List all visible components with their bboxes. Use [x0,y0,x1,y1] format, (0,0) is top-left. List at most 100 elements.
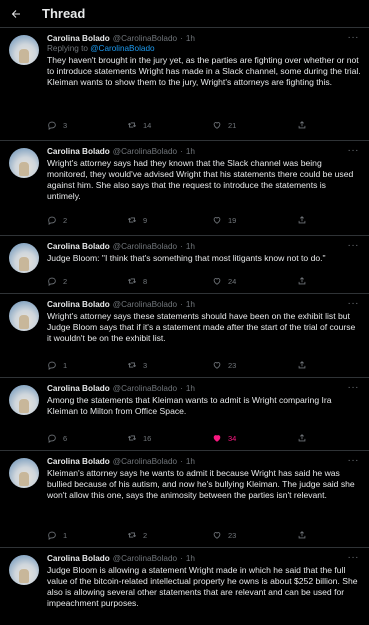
more-icon[interactable]: ··· [348,382,360,393]
timestamp[interactable]: 1h [186,34,195,44]
like-count: 34 [228,433,237,443]
share-button[interactable] [297,360,307,370]
like-button[interactable]: 23 [212,360,236,370]
tweet[interactable]: Carolina Bolado @CarolinaBolado · 1h ···… [0,28,369,141]
author-name[interactable]: Carolina Bolado [47,147,110,157]
reply-count: 2 [63,276,68,286]
more-icon[interactable]: ··· [348,455,360,466]
retweet-icon [127,532,137,538]
retweet-button[interactable]: 3 [127,360,147,370]
author-name[interactable]: Carolina Bolado [47,457,110,467]
like-button[interactable]: 24 [212,276,236,286]
like-button[interactable]: 21 [212,120,236,130]
author-handle[interactable]: @CarolinaBolado [113,147,177,157]
author-handle[interactable]: @CarolinaBolado [113,242,177,252]
retweet-count: 2 [143,530,148,540]
author-handle[interactable]: @CarolinaBolado [113,384,177,394]
tweet[interactable]: Carolina Bolado @CarolinaBolado · 1h ···… [0,294,369,378]
like-button[interactable]: 19 [212,215,236,225]
timestamp[interactable]: 1h [186,147,195,157]
author-handle[interactable]: @CarolinaBolado [113,457,177,467]
replying-prefix: Replying to [47,44,91,53]
reply-icon [48,216,56,225]
share-button[interactable] [297,215,307,225]
replying-to-link[interactable]: @CarolinaBolado [90,44,154,53]
reply-button[interactable]: 6 [47,433,67,443]
more-icon[interactable]: ··· [348,32,360,43]
tweet[interactable]: Carolina Bolado @CarolinaBolado · 1h ···… [0,451,369,548]
share-button[interactable] [297,433,307,443]
retweet-count: 9 [143,215,148,225]
retweet-button[interactable]: 9 [127,215,147,225]
share-icon [298,361,306,369]
reply-icon [48,277,56,286]
share-icon [298,121,306,129]
timestamp[interactable]: 1h [186,300,195,310]
share-button[interactable] [297,120,307,130]
author-name[interactable]: Carolina Bolado [47,300,110,310]
author-handle[interactable]: @CarolinaBolado [113,300,177,310]
heart-icon [213,278,221,285]
retweet-icon [127,362,137,368]
share-button[interactable] [297,276,307,286]
timestamp[interactable]: 1h [186,554,195,564]
timestamp[interactable]: 1h [186,384,195,394]
author-name[interactable]: Carolina Bolado [47,554,110,564]
reply-button[interactable]: 1 [47,530,67,540]
author-name[interactable]: Carolina Bolado [47,242,110,252]
timestamp[interactable]: 1h [186,242,195,252]
reply-count: 6 [63,433,68,443]
retweet-button[interactable]: 14 [127,120,151,130]
avatar[interactable] [9,243,39,273]
timestamp[interactable]: 1h [186,457,195,467]
more-icon[interactable]: ··· [348,145,360,156]
reply-button[interactable]: 2 [47,276,67,286]
heart-icon [213,532,221,539]
avatar[interactable] [9,148,39,178]
reply-button[interactable]: 3 [47,120,67,130]
reply-count: 2 [63,215,68,225]
heart-icon [213,435,221,442]
tweet-text: Judge Bloom: "I think that's something t… [47,253,326,263]
retweet-count: 14 [143,120,152,130]
more-icon[interactable]: ··· [348,240,360,251]
share-button[interactable] [297,530,307,540]
more-icon[interactable]: ··· [348,552,360,563]
heart-icon [213,362,221,369]
reply-count: 1 [63,530,68,540]
separator: · [180,457,183,466]
more-icon[interactable]: ··· [348,298,360,309]
author-name[interactable]: Carolina Bolado [47,384,110,394]
like-count: 21 [228,120,237,130]
tweet-text: Judge Bloom is allowing a statement Wrig… [47,565,358,608]
retweet-button[interactable]: 2 [127,530,147,540]
author-handle[interactable]: @CarolinaBolado [113,34,177,44]
share-icon [298,434,306,442]
tweet-text: Wright's attorney says these statements … [47,311,356,343]
retweet-count: 3 [143,360,148,370]
avatar[interactable] [9,35,39,65]
like-count: 23 [228,360,237,370]
avatar[interactable] [9,458,39,488]
retweet-icon [127,217,137,223]
author-name[interactable]: Carolina Bolado [47,34,110,44]
like-count: 24 [228,276,237,286]
back-arrow-icon[interactable] [0,0,32,28]
tweet[interactable]: Carolina Bolado @CarolinaBolado · 1h ···… [0,378,369,451]
avatar[interactable] [9,385,39,415]
separator: · [180,554,183,563]
like-button[interactable]: 34 [212,433,236,443]
reply-icon [48,434,56,443]
tweet[interactable]: Carolina Bolado @CarolinaBolado · 1h ···… [0,548,369,625]
avatar[interactable] [9,301,39,331]
reply-button[interactable]: 1 [47,360,67,370]
like-button[interactable]: 23 [212,530,236,540]
retweet-count: 8 [143,276,148,286]
reply-button[interactable]: 2 [47,215,67,225]
retweet-button[interactable]: 8 [127,276,147,286]
tweet[interactable]: Carolina Bolado @CarolinaBolado · 1h ···… [0,141,369,236]
author-handle[interactable]: @CarolinaBolado [113,554,177,564]
avatar[interactable] [9,555,39,585]
tweet[interactable]: Carolina Bolado @CarolinaBolado · 1h ···… [0,236,369,294]
retweet-button[interactable]: 16 [127,433,151,443]
